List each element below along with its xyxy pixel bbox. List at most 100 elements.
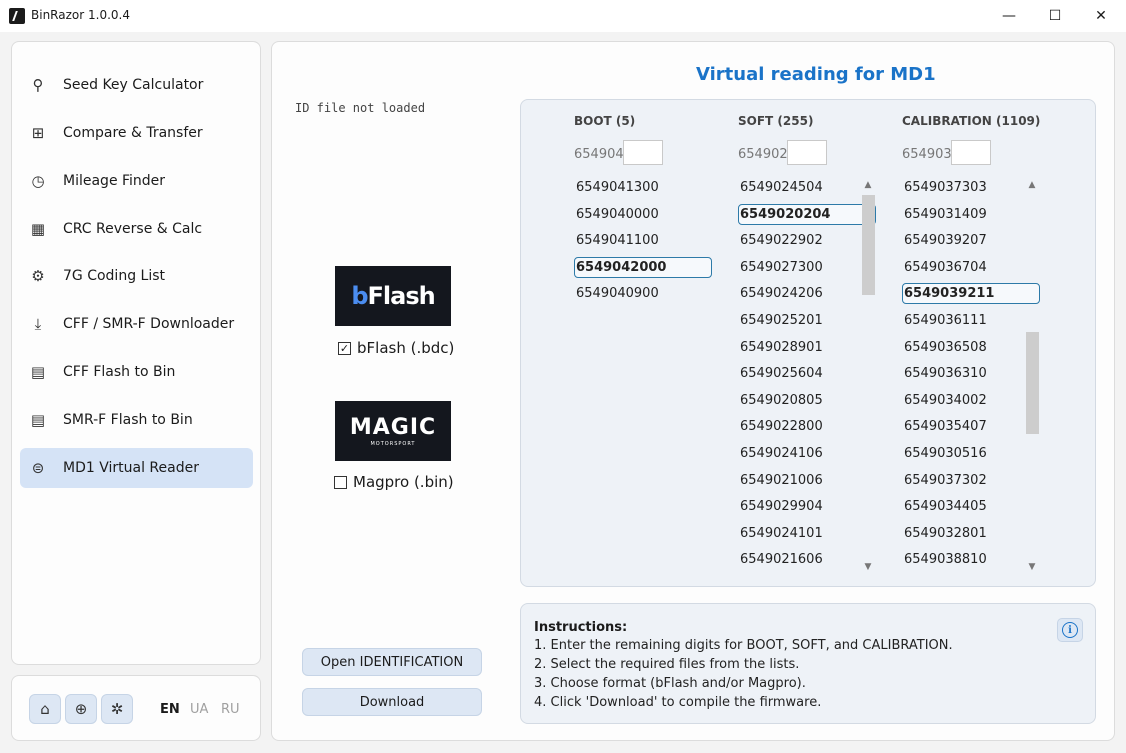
list-item[interactable]: 6549029904 bbox=[738, 496, 876, 517]
list-item[interactable]: 6549024504 bbox=[738, 177, 876, 198]
list-item[interactable]: 6549027300 bbox=[738, 257, 876, 278]
calibration-prefix: 654903 bbox=[902, 147, 952, 162]
list-item[interactable]: 6549035407 bbox=[902, 416, 1040, 437]
calibration-suffix-input[interactable] bbox=[951, 140, 991, 165]
list-item[interactable]: 6549021606 bbox=[738, 549, 876, 570]
scroll-up-icon[interactable]: ▲ bbox=[1024, 179, 1040, 191]
sidebar-item-mileage-finder[interactable]: ◷ Mileage Finder bbox=[20, 161, 253, 201]
minimize-button[interactable]: — bbox=[986, 0, 1032, 32]
list-item[interactable]: 6549040000 bbox=[574, 204, 712, 225]
sidebar-item-label: 7G Coding List bbox=[63, 268, 166, 284]
calibration-list-scrollbar[interactable]: ▲ ▼ bbox=[1024, 179, 1040, 573]
bflash-option[interactable]: ✓ bFlash (.bdc) bbox=[338, 339, 454, 357]
bflash-logo-text: Flash bbox=[367, 282, 436, 310]
boot-column-header: BOOT (5) bbox=[574, 114, 636, 128]
magpro-option[interactable]: Magpro (.bin) bbox=[334, 473, 454, 491]
list-item[interactable]: 6549025201 bbox=[738, 310, 876, 331]
open-identification-button[interactable]: Open IDENTIFICATION bbox=[302, 648, 482, 676]
instruction-line: 4. Click 'Download' to compile the firmw… bbox=[534, 695, 822, 710]
sidebar-item-7g-coding-list[interactable]: ⚙ 7G Coding List bbox=[20, 256, 253, 296]
list-item[interactable]: 6549030516 bbox=[902, 443, 1040, 464]
info-button[interactable]: i bbox=[1057, 618, 1083, 642]
close-button[interactable]: ✕ bbox=[1078, 0, 1124, 32]
website-button[interactable]: ⊕ bbox=[65, 694, 97, 724]
settings-button[interactable]: ✲ bbox=[101, 694, 133, 724]
list-item[interactable]: 6549036704 bbox=[902, 257, 1040, 278]
list-item[interactable]: 6549022902 bbox=[738, 230, 876, 251]
list-item[interactable]: 6549021006 bbox=[738, 470, 876, 491]
magic-motorsport-logo: MAGIC MOTORSPORT bbox=[335, 401, 451, 461]
list-item[interactable]: 6549040900 bbox=[574, 283, 712, 304]
list-item[interactable]: 6549039211 bbox=[902, 283, 1040, 305]
language-en[interactable]: EN bbox=[160, 702, 180, 717]
calculator-icon: ▦ bbox=[30, 220, 46, 238]
instruction-line: 3. Choose format (bFlash and/or Magpro). bbox=[534, 676, 806, 691]
list-item[interactable]: 6549022800 bbox=[738, 416, 876, 437]
home-icon: ⌂ bbox=[40, 700, 50, 718]
soft-list-scrollbar[interactable]: ▲ ▼ bbox=[860, 179, 876, 573]
scroll-thumb[interactable] bbox=[862, 195, 875, 295]
bflash-logo: b Flash bbox=[335, 266, 451, 326]
sidebar-item-seed-key-calculator[interactable]: ⚲ Seed Key Calculator bbox=[20, 65, 253, 105]
list-item[interactable]: 6549034405 bbox=[902, 496, 1040, 517]
sidebar-item-smrf-flash-to-bin[interactable]: ▤ SMR-F Flash to Bin bbox=[20, 400, 253, 440]
list-item[interactable]: 6549039207 bbox=[902, 230, 1040, 251]
list-item[interactable]: 6549041300 bbox=[574, 177, 712, 198]
clock-icon: ◷ bbox=[31, 172, 45, 190]
sidebar-item-label: SMR-F Flash to Bin bbox=[63, 412, 193, 428]
main-panel: Virtual reading for MD1 ID file not load… bbox=[271, 41, 1115, 741]
scroll-thumb[interactable] bbox=[1026, 332, 1039, 434]
list-item[interactable]: 6549024206 bbox=[738, 283, 876, 304]
list-item[interactable]: 6549024101 bbox=[738, 523, 876, 544]
list-item[interactable]: 6549037303 bbox=[902, 177, 1040, 198]
download-button[interactable]: Download bbox=[302, 688, 482, 716]
list-item[interactable]: 6549020805 bbox=[738, 390, 876, 411]
list-item[interactable]: 6549025604 bbox=[738, 363, 876, 384]
sidebar-item-compare-transfer[interactable]: ⊞ Compare & Transfer bbox=[20, 113, 253, 153]
language-ua[interactable]: UA bbox=[190, 702, 208, 717]
magpro-checkbox[interactable] bbox=[334, 475, 347, 489]
info-icon: i bbox=[1062, 622, 1078, 638]
list-item[interactable]: 6549041100 bbox=[574, 230, 712, 251]
soft-suffix-input[interactable] bbox=[787, 140, 827, 165]
list-item[interactable]: 6549024106 bbox=[738, 443, 876, 464]
list-item[interactable]: 6549032801 bbox=[902, 523, 1040, 544]
sidebar: ⚲ Seed Key Calculator ⊞ Compare & Transf… bbox=[11, 41, 261, 665]
bflash-checkbox-label: bFlash (.bdc) bbox=[357, 339, 455, 357]
sidebar-item-cff-flash-to-bin[interactable]: ▤ CFF Flash to Bin bbox=[20, 352, 253, 392]
list-item[interactable]: 6549036111 bbox=[902, 310, 1040, 331]
list-item[interactable]: 6549034002 bbox=[902, 390, 1040, 411]
gears-icon: ⚙ bbox=[31, 267, 45, 285]
soft-column-header: SOFT (255) bbox=[738, 114, 814, 128]
sidebar-item-md1-virtual-reader[interactable]: ⊜ MD1 Virtual Reader bbox=[20, 448, 253, 488]
scroll-down-icon[interactable]: ▼ bbox=[860, 561, 876, 573]
sidebar-item-label: CFF / SMR-F Downloader bbox=[63, 316, 235, 332]
home-button[interactable]: ⌂ bbox=[29, 694, 61, 724]
maximize-button[interactable]: ☐ bbox=[1032, 0, 1078, 32]
window-title: BinRazor 1.0.0.4 bbox=[31, 8, 130, 22]
list-item[interactable]: 6549028901 bbox=[738, 337, 876, 358]
sidebar-item-cff-smrf-downloader[interactable]: ⤓ CFF / SMR-F Downloader bbox=[20, 304, 253, 344]
title-bar: BinRazor 1.0.0.4 — ☐ ✕ bbox=[0, 0, 1126, 32]
scroll-down-icon[interactable]: ▼ bbox=[1024, 561, 1040, 573]
chip-icon: ⊜ bbox=[31, 459, 45, 477]
list-item[interactable]: 6549036310 bbox=[902, 363, 1040, 384]
instructions-panel: Instructions: 1. Enter the remaining dig… bbox=[520, 603, 1096, 724]
scroll-up-icon[interactable]: ▲ bbox=[860, 179, 876, 191]
list-item[interactable]: 6549036508 bbox=[902, 337, 1040, 358]
list-item[interactable]: 6549020204 bbox=[738, 203, 876, 225]
file-lists-panel: BOOT (5) 654904 6549041300 6549040000 6549… bbox=[520, 99, 1096, 587]
sidebar-item-crc-reverse-calc[interactable]: ▦ CRC Reverse & Calc bbox=[20, 209, 253, 249]
file-chart-icon: ▤ bbox=[30, 411, 46, 429]
list-item[interactable]: 6549031409 bbox=[902, 204, 1040, 225]
list-item[interactable]: 6549042000 bbox=[574, 256, 712, 278]
instruction-line: 1. Enter the remaining digits for BOOT, … bbox=[534, 638, 953, 653]
soft-prefix: 654902 bbox=[738, 147, 788, 162]
check-icon: ✓ bbox=[339, 341, 350, 355]
boot-suffix-input[interactable] bbox=[623, 140, 663, 165]
list-item[interactable]: 6549038810 bbox=[902, 549, 1040, 570]
language-ru[interactable]: RU bbox=[221, 702, 240, 717]
bflash-checkbox[interactable]: ✓ bbox=[338, 341, 351, 355]
sidebar-item-label: Mileage Finder bbox=[63, 173, 166, 189]
list-item[interactable]: 6549037302 bbox=[902, 470, 1040, 491]
